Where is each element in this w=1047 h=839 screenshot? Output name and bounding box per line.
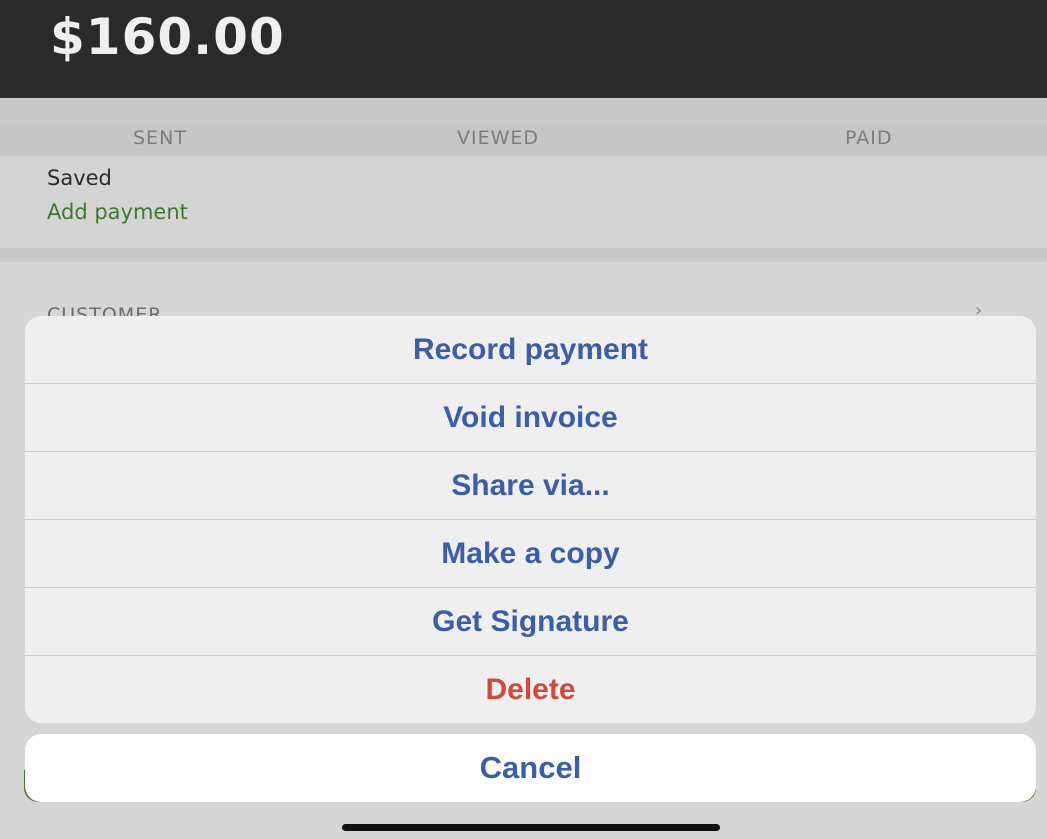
home-indicator[interactable] (342, 824, 720, 831)
status-viewed: VIEWED (457, 127, 540, 149)
delete-button[interactable]: Delete (25, 656, 1036, 723)
invoice-header: $160.00 (0, 0, 1047, 98)
status-sent: SENT (133, 127, 187, 149)
make-copy-button[interactable]: Make a copy (25, 520, 1036, 588)
cancel-button[interactable]: Cancel (25, 734, 1036, 802)
invoice-state: Saved (47, 166, 112, 190)
add-payment-link[interactable]: Add payment (47, 200, 188, 224)
get-signature-button[interactable]: Get Signature (25, 588, 1036, 656)
action-sheet: Record payment Void invoice Share via...… (25, 316, 1036, 723)
section-divider (0, 248, 1047, 262)
status-strip (0, 98, 1047, 126)
void-invoice-button[interactable]: Void invoice (25, 384, 1036, 452)
share-via-button[interactable]: Share via... (25, 452, 1036, 520)
invoice-amount: $160.00 (50, 8, 285, 66)
record-payment-button[interactable]: Record payment (25, 316, 1036, 384)
status-paid: PAID (845, 127, 893, 149)
